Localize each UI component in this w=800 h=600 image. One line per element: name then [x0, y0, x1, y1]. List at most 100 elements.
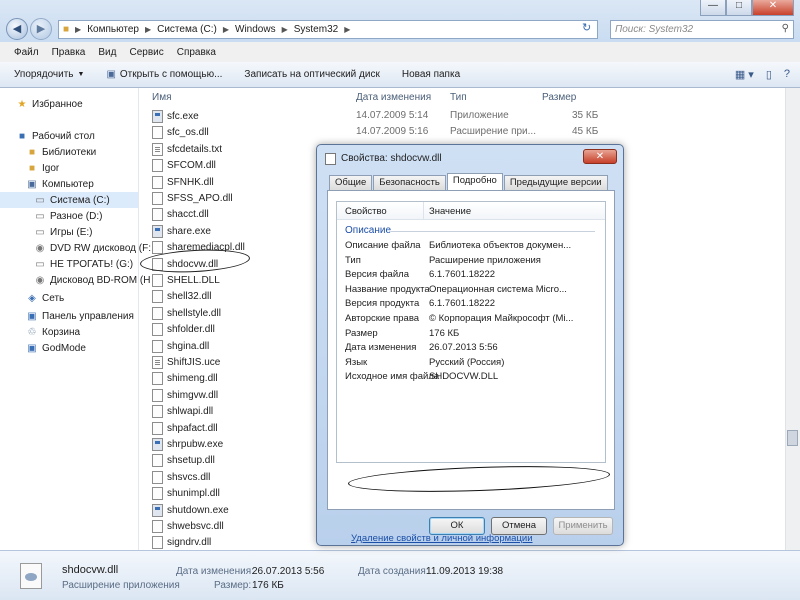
nav-control-panel[interactable]: ▣ Панель управления	[26, 308, 134, 324]
property-value[interactable]: 176 КБ	[429, 328, 459, 339]
column-date[interactable]: Дата изменения	[356, 92, 431, 103]
file-row[interactable]: shgina.dll	[152, 338, 209, 354]
view-options-icon[interactable]: ▦ ▾	[735, 68, 754, 81]
chevron-right-icon: ▶	[75, 25, 82, 34]
dialog-close-button[interactable]: ✕	[583, 149, 617, 164]
property-value[interactable]: 6.1.7601.18222	[429, 298, 495, 309]
nav-drive-f[interactable]: ◉ DVD RW дисковод (F:	[34, 240, 151, 256]
property-value[interactable]: Расширение приложения	[429, 255, 541, 266]
property-value[interactable]: 26.07.2013 5:56	[429, 342, 498, 353]
nav-libraries[interactable]: ■ Библиотеки	[26, 144, 96, 160]
file-row[interactable]: shutdown.exe	[152, 502, 229, 518]
address-bar[interactable]: ■ ▶ Компьютер ▶ Система (C:) ▶ Windows ▶…	[58, 20, 598, 39]
file-row[interactable]: shpafact.dll	[152, 420, 218, 436]
column-separator[interactable]	[423, 202, 424, 220]
file-row[interactable]: share.exe	[152, 223, 211, 239]
nav-drive-e[interactable]: ▭ Игры (E:)	[34, 224, 92, 240]
search-input[interactable]: Поиск: System32 ⚲	[610, 20, 794, 39]
file-row[interactable]: shsetup.dll	[152, 452, 215, 468]
tab-general[interactable]: Общие	[329, 175, 373, 190]
nav-drive-h[interactable]: ◉ Дисковод BD-ROM (H	[34, 272, 151, 288]
property-value[interactable]: Библиотека объектов докумен...	[429, 240, 571, 251]
tab-security[interactable]: Безопасность	[373, 175, 446, 190]
breadcrumb-system32[interactable]: System32	[294, 24, 338, 35]
nav-computer[interactable]: ▣ Компьютер	[26, 176, 94, 192]
menu-edit[interactable]: Правка	[52, 47, 86, 58]
breadcrumb-computer[interactable]: Компьютер	[87, 24, 139, 35]
menu-file[interactable]: Файл	[14, 47, 39, 58]
property-list[interactable]: Свойство Значение Описание Описание файл…	[336, 201, 606, 463]
tab-previous-versions[interactable]: Предыдущие версии	[503, 175, 608, 190]
breadcrumb-drive-c[interactable]: Система (C:)	[157, 24, 217, 35]
new-folder-button[interactable]: Новая папка	[402, 69, 460, 80]
maximize-button[interactable]: □	[726, 0, 752, 16]
menu-view[interactable]: Вид	[98, 47, 116, 58]
property-value[interactable]: SHDOCVW.DLL	[429, 371, 498, 382]
file-row[interactable]: SHELL.DLL	[152, 272, 220, 288]
vertical-scrollbar[interactable]	[785, 88, 800, 550]
column-size[interactable]: Размер	[542, 92, 576, 103]
file-row[interactable]: SFSS_APO.dll	[152, 190, 233, 206]
file-row[interactable]: shellstyle.dll	[152, 305, 221, 321]
close-window-button[interactable]: ✕	[752, 0, 794, 16]
minimize-button[interactable]: —	[700, 0, 726, 16]
preview-pane-icon[interactable]: ▯	[766, 68, 772, 81]
ok-button[interactable]: ОК	[429, 517, 485, 535]
file-row[interactable]: shsvcs.dll	[152, 469, 210, 485]
file-row[interactable]: shwebsvc.dll	[152, 518, 224, 534]
group-line	[391, 231, 595, 232]
file-row[interactable]: shacct.dll	[152, 206, 209, 222]
nav-recycle-bin[interactable]: ♲ Корзина	[26, 324, 81, 340]
chevron-right-icon[interactable]: ▶	[145, 25, 151, 34]
file-row[interactable]: shimeng.dll	[152, 370, 218, 386]
menu-help[interactable]: Справка	[177, 47, 216, 58]
property-value[interactable]: Русский (Россия)	[429, 357, 504, 368]
forward-button[interactable]: ▶	[30, 18, 52, 40]
file-row[interactable]: SFCOM.dll	[152, 157, 216, 173]
nav-favorites[interactable]: ★ Избранное	[16, 96, 83, 112]
file-row[interactable]: signdrv.dll	[152, 534, 211, 550]
back-button[interactable]: ◀	[6, 18, 28, 40]
organize-button[interactable]: Упорядочить ▼	[14, 69, 84, 80]
file-row[interactable]: shimgvw.dll	[152, 387, 218, 403]
column-name[interactable]: Имя	[152, 92, 171, 103]
help-icon[interactable]: ?	[784, 68, 790, 81]
file-row[interactable]: shrpubw.exe	[152, 436, 223, 452]
property-value[interactable]: 6.1.7601.18222	[429, 269, 495, 280]
file-row[interactable]: sfcdetails.txt	[152, 141, 222, 157]
nav-desktop[interactable]: ■ Рабочий стол	[16, 128, 95, 144]
file-row[interactable]: shlwapi.dll	[152, 403, 213, 419]
file-row[interactable]: shell32.dll	[152, 288, 211, 304]
file-row[interactable]: sfc.exe	[152, 108, 199, 124]
nav-drive-g[interactable]: ▭ НЕ ТРОГАТЬ! (G:)	[34, 256, 133, 272]
nav-godmode[interactable]: ▣ GodMode	[26, 340, 86, 356]
chevron-right-icon[interactable]: ▶	[282, 25, 288, 34]
chevron-right-icon[interactable]: ▶	[223, 25, 229, 34]
apply-button[interactable]: Применить	[553, 517, 613, 535]
search-icon[interactable]: ⚲	[782, 23, 789, 34]
file-row[interactable]: ShiftJIS.uce	[152, 354, 220, 370]
file-row[interactable]: sfc_os.dll	[152, 124, 209, 140]
property-value[interactable]: © Корпорация Майкрософт (Mi...	[429, 313, 573, 324]
burn-button[interactable]: Записать на оптический диск	[244, 69, 379, 80]
property-value[interactable]: Операционная система Micro...	[429, 284, 567, 295]
column-type[interactable]: Тип	[450, 92, 467, 103]
file-row[interactable]: shfolder.dll	[152, 321, 215, 337]
chevron-right-icon[interactable]: ▶	[344, 25, 350, 34]
menu-tools[interactable]: Сервис	[129, 47, 163, 58]
nav-drive-d[interactable]: ▭ Разное (D:)	[34, 208, 102, 224]
cancel-button[interactable]: Отмена	[491, 517, 547, 535]
open-with-button[interactable]: ▣ Открыть с помощью...	[106, 69, 222, 80]
nav-user[interactable]: ■ Igor	[26, 160, 59, 176]
breadcrumb-windows[interactable]: Windows	[235, 24, 276, 35]
refresh-icon[interactable]: ↻	[582, 21, 591, 34]
file-row[interactable]: shunimpl.dll	[152, 485, 220, 501]
nav-network[interactable]: ◈ Сеть	[26, 290, 64, 306]
header-value[interactable]: Значение	[429, 206, 471, 217]
scrollbar-thumb[interactable]	[787, 430, 798, 446]
tab-details[interactable]: Подробно	[446, 173, 503, 190]
nav-drive-c[interactable]: ▭ Система (C:)	[0, 192, 138, 208]
header-property[interactable]: Свойство	[345, 206, 387, 217]
pane-divider[interactable]	[138, 88, 139, 550]
file-row[interactable]: SFNHK.dll	[152, 174, 214, 190]
